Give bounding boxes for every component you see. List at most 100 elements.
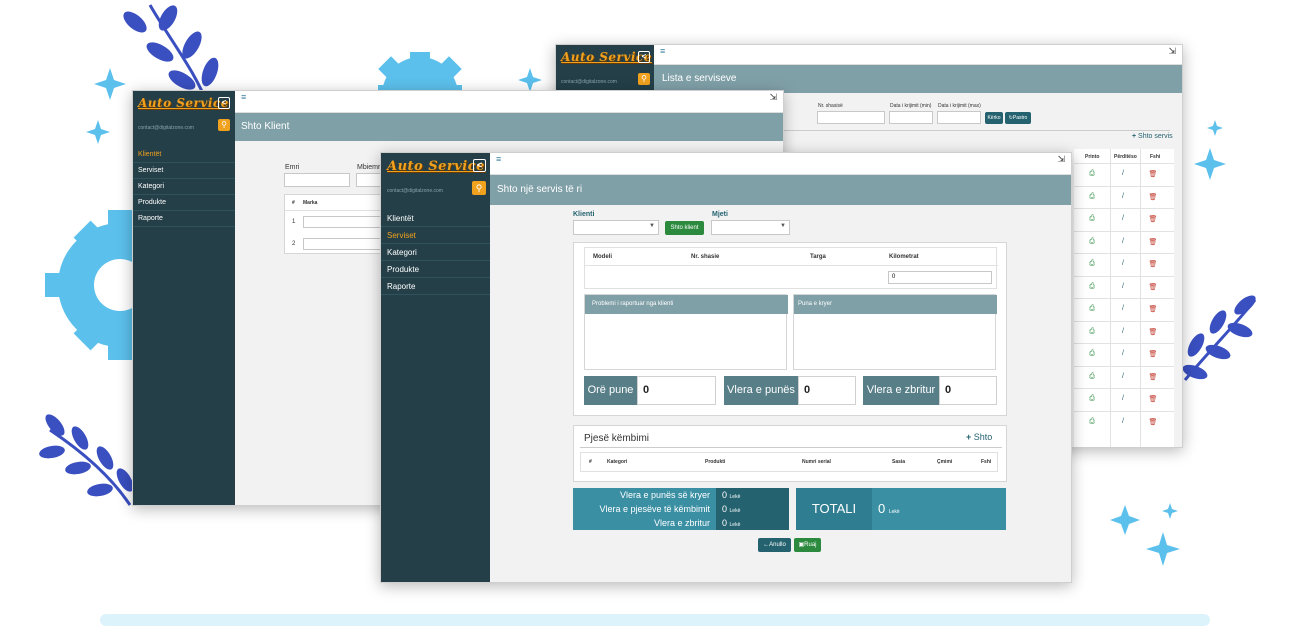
collapse-sidebar-button[interactable]: < <box>218 97 230 109</box>
date-max-input[interactable] <box>937 111 981 124</box>
work-hours-input[interactable]: 0 <box>637 376 716 405</box>
print-icon[interactable]: ⎙ <box>1087 395 1097 403</box>
kilometers-input[interactable]: 0 <box>888 271 992 284</box>
col-category: Kategori <box>607 459 628 465</box>
work-value-input[interactable]: 0 <box>798 376 856 405</box>
menu-icon[interactable]: ≡ <box>241 92 246 102</box>
add-service-link[interactable]: + Shto servis <box>1132 133 1173 140</box>
print-icon[interactable]: ⎙ <box>1087 305 1097 313</box>
print-icon[interactable]: ⎙ <box>1087 283 1097 291</box>
table-row-divider <box>1074 185 1174 187</box>
delete-icon[interactable]: 🗑 <box>1148 328 1158 336</box>
print-icon[interactable]: ⎙ <box>1087 215 1097 223</box>
print-icon[interactable]: ⎙ <box>1087 238 1097 246</box>
edit-icon[interactable]: / <box>1118 373 1128 380</box>
reset-button[interactable]: ↻Pastro <box>1005 112 1031 124</box>
table-row-divider <box>1074 343 1174 344</box>
logout-icon[interactable]: ⇲ <box>1057 154 1065 165</box>
print-icon[interactable]: ⎙ <box>1087 170 1097 178</box>
edit-icon[interactable]: / <box>1118 418 1128 425</box>
client-select[interactable]: ▼ <box>573 220 659 235</box>
add-part-link[interactable]: + Shto <box>966 432 992 442</box>
delete-icon[interactable]: 🗑 <box>1148 215 1158 223</box>
logout-icon[interactable]: ⇲ <box>1168 46 1176 57</box>
edit-icon[interactable]: / <box>1118 350 1128 357</box>
save-button[interactable]: ▣Ruaj <box>794 538 821 552</box>
logout-icon[interactable]: ⇲ <box>769 92 777 103</box>
add-client-button[interactable]: Shto klient <box>665 221 704 235</box>
brand-input-2[interactable] <box>303 238 383 250</box>
sidebar-item-services[interactable]: Serviset <box>133 163 235 179</box>
delete-icon[interactable]: 🗑 <box>1148 283 1158 291</box>
table-row-divider <box>1074 320 1174 322</box>
delete-icon[interactable]: 🗑 <box>1148 238 1158 246</box>
print-icon[interactable]: ⎙ <box>1087 193 1097 201</box>
delete-icon[interactable]: 🗑 <box>1148 305 1158 313</box>
menu-icon[interactable]: ≡ <box>660 46 665 56</box>
total-label: TOTALI <box>796 488 872 530</box>
sidebar-item-services[interactable]: Serviset <box>381 227 490 244</box>
print-icon[interactable]: ⎙ <box>1087 260 1097 268</box>
name-input[interactable] <box>284 173 350 187</box>
sidebar-item-reports[interactable]: Raporte <box>133 211 235 227</box>
problem-panel: Problemi i raportuar nga klienti <box>584 294 788 370</box>
search-icon[interactable]: ⚲ <box>218 119 230 131</box>
sidebar-item-categories[interactable]: Kategori <box>381 244 490 261</box>
discount-input[interactable]: 0 <box>939 376 997 405</box>
table-row-divider <box>1074 253 1174 254</box>
delete-icon[interactable]: 🗑 <box>1148 395 1158 403</box>
chassis-filter-input[interactable] <box>817 111 885 124</box>
edit-icon[interactable]: / <box>1118 238 1128 245</box>
brand-input-1[interactable] <box>303 216 383 228</box>
edit-icon[interactable]: / <box>1118 170 1128 177</box>
user-email: contact@digitalzone.com <box>561 79 617 85</box>
print-icon[interactable]: ⎙ <box>1087 418 1097 426</box>
add-part-label: Shto <box>973 432 993 442</box>
delete-icon[interactable]: 🗑 <box>1148 193 1158 201</box>
col-brand: Marka <box>303 200 318 206</box>
summary-work-unit: Lekë <box>729 494 741 500</box>
plus-icon: + <box>1132 133 1137 140</box>
date-max-label: Data i krijimit (max) <box>938 103 981 109</box>
table-row-divider <box>1074 163 1174 164</box>
edit-icon[interactable]: / <box>1118 395 1128 402</box>
search-icon[interactable]: ⚲ <box>472 181 486 195</box>
cancel-button[interactable]: ←Anullo <box>758 538 791 552</box>
delete-icon[interactable]: 🗑 <box>1148 350 1158 358</box>
delete-icon[interactable]: 🗑 <box>1148 418 1158 426</box>
collapse-sidebar-button[interactable]: < <box>638 51 650 63</box>
vehicle-select[interactable]: ▼ <box>711 220 790 235</box>
menu-icon[interactable]: ≡ <box>496 154 501 164</box>
edit-icon[interactable]: / <box>1118 328 1128 335</box>
edit-icon[interactable]: / <box>1118 215 1128 222</box>
delete-icon[interactable]: 🗑 <box>1148 170 1158 178</box>
collapse-sidebar-button[interactable]: < <box>473 159 486 172</box>
sidebar-item-products[interactable]: Produkte <box>133 195 235 211</box>
vehicle-label: Mjeti <box>712 211 728 218</box>
edit-icon[interactable]: / <box>1118 260 1128 267</box>
edit-icon[interactable]: / <box>1118 305 1128 312</box>
search-button[interactable]: Kërko <box>985 112 1003 124</box>
sidebar-item-products[interactable]: Produkte <box>381 261 490 278</box>
table-row-divider <box>1074 298 1174 299</box>
summary-parts-unit: Lekë <box>729 508 741 514</box>
delete-icon[interactable]: 🗑 <box>1148 373 1158 381</box>
work-value-value: 0 <box>804 384 811 396</box>
sidebar-item-clients[interactable]: Klientët <box>133 147 235 163</box>
edit-icon[interactable]: / <box>1118 283 1128 290</box>
sidebar-item-categories[interactable]: Kategori <box>133 179 235 195</box>
print-icon[interactable]: ⎙ <box>1087 350 1097 358</box>
print-icon[interactable]: ⎙ <box>1087 328 1097 336</box>
problem-textarea[interactable] <box>585 314 788 370</box>
col-update: Përditëso <box>1114 154 1137 160</box>
col-kilometers: Kilometrat <box>889 254 919 260</box>
sidebar-item-clients[interactable]: Klientët <box>381 210 490 227</box>
sidebar-item-reports[interactable]: Raporte <box>381 278 490 295</box>
delete-icon[interactable]: 🗑 <box>1148 260 1158 268</box>
work-done-textarea[interactable] <box>794 314 997 370</box>
print-icon[interactable]: ⎙ <box>1087 373 1097 381</box>
search-icon[interactable]: ⚲ <box>638 73 650 85</box>
col-index: # <box>589 459 592 465</box>
edit-icon[interactable]: / <box>1118 193 1128 200</box>
date-min-input[interactable] <box>889 111 933 124</box>
